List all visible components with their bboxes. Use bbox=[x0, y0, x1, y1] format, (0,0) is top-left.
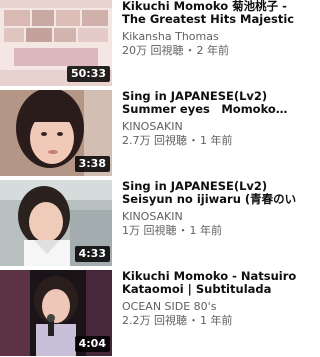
video-thumbnail[interactable]: 4:33 bbox=[0, 180, 112, 266]
video-meta: 2.2万 回視聴・1 年前 bbox=[122, 314, 302, 328]
video-item-2[interactable]: 3:38 Sing in JAPANESE(Lv2) Summer eyes M… bbox=[0, 90, 304, 176]
video-duration-badge: 4:04 bbox=[74, 336, 110, 352]
video-meta: 2.7万 回視聴・1 年前 bbox=[122, 134, 302, 148]
video-title[interactable]: Sing in JAPANESE(Lv2) Summer eyes Momoko… bbox=[122, 90, 302, 116]
video-duration-badge: 50:33 bbox=[66, 66, 110, 82]
video-info: Kikuchi Momoko - Natsuiro Kataomoi | Sub… bbox=[122, 270, 302, 328]
channel-name[interactable]: Kikansha Thomas bbox=[122, 30, 302, 44]
video-title[interactable]: Kikuchi Momoko 菊池桃子 - The Greatest Hits … bbox=[122, 0, 302, 26]
view-count: 2.7万 回視聴 bbox=[122, 134, 187, 147]
upload-age: 2 年前 bbox=[196, 44, 230, 57]
video-info: Kikuchi Momoko 菊池桃子 - The Greatest Hits … bbox=[122, 0, 302, 58]
upload-age: 1 年前 bbox=[200, 134, 233, 147]
video-info: Sing in JAPANESE(Lv2) Summer eyes Momoko… bbox=[122, 90, 302, 148]
video-title[interactable]: Kikuchi Momoko - Natsuiro Kataomoi | Sub… bbox=[122, 270, 302, 296]
video-meta: 1万 回視聴・1 年前 bbox=[122, 224, 302, 238]
video-info: Sing in JAPANESE(Lv2) Seisyun no ijiwaru… bbox=[122, 180, 302, 238]
video-meta: 20万 回視聴・2 年前 bbox=[122, 44, 302, 58]
video-duration-badge: 4:33 bbox=[74, 246, 110, 262]
video-thumbnail[interactable]: 4:04 bbox=[0, 270, 112, 356]
video-title[interactable]: Sing in JAPANESE(Lv2) Seisyun no ijiwaru… bbox=[122, 180, 302, 206]
meta-separator: ・ bbox=[188, 314, 199, 327]
meta-separator: ・ bbox=[188, 134, 199, 147]
video-duration-badge: 3:38 bbox=[74, 156, 110, 172]
video-item-4[interactable]: 4:04 Kikuchi Momoko - Natsuiro Kataomoi … bbox=[0, 270, 304, 356]
view-count: 1万 回視聴 bbox=[122, 224, 177, 237]
upload-age: 1 年前 bbox=[200, 314, 233, 327]
video-thumbnail[interactable]: 50:33 bbox=[0, 0, 112, 86]
channel-name[interactable]: KINOSAKIN bbox=[122, 120, 302, 134]
video-item-3[interactable]: 4:33 Sing in JAPANESE(Lv2) Seisyun no ij… bbox=[0, 180, 304, 266]
upload-age: 1 年前 bbox=[189, 224, 223, 237]
meta-separator: ・ bbox=[184, 44, 196, 57]
meta-separator: ・ bbox=[177, 224, 189, 237]
channel-name[interactable]: OCEAN SIDE 80's bbox=[122, 300, 302, 314]
channel-name[interactable]: KINOSAKIN bbox=[122, 210, 302, 224]
video-item-1[interactable]: 50:33 Kikuchi Momoko 菊池桃子 - The Greatest… bbox=[0, 0, 304, 86]
view-count: 2.2万 回視聴 bbox=[122, 314, 187, 327]
video-thumbnail[interactable]: 3:38 bbox=[0, 90, 112, 176]
view-count: 20万 回視聴 bbox=[122, 44, 184, 57]
